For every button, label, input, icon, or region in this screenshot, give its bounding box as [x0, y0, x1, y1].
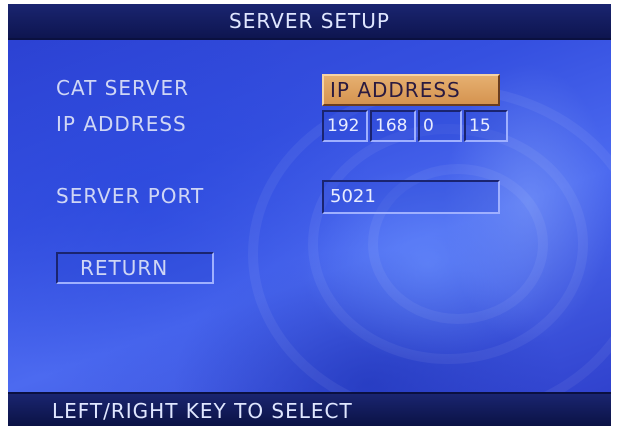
- server-port-field[interactable]: 5021: [322, 180, 500, 214]
- ip-octet-3-field[interactable]: 0: [418, 110, 462, 142]
- server-setup-screen: SERVER SETUP CAT SERVER IP ADDRESS IP AD…: [8, 4, 611, 426]
- ip-octet-4-field[interactable]: 15: [464, 110, 508, 142]
- return-button[interactable]: RETURN: [56, 252, 214, 284]
- cat-server-select[interactable]: IP ADDRESS: [322, 74, 500, 106]
- server-port-label: SERVER PORT: [56, 184, 205, 208]
- ip-octet-1-field[interactable]: 192: [322, 110, 368, 142]
- page-title: SERVER SETUP: [8, 4, 611, 40]
- ip-octet-2-field[interactable]: 168: [370, 110, 416, 142]
- key-hint-bar: LEFT/RIGHT KEY TO SELECT: [8, 392, 611, 426]
- ip-address-label: IP ADDRESS: [56, 112, 187, 136]
- cat-server-label: CAT SERVER: [56, 76, 190, 100]
